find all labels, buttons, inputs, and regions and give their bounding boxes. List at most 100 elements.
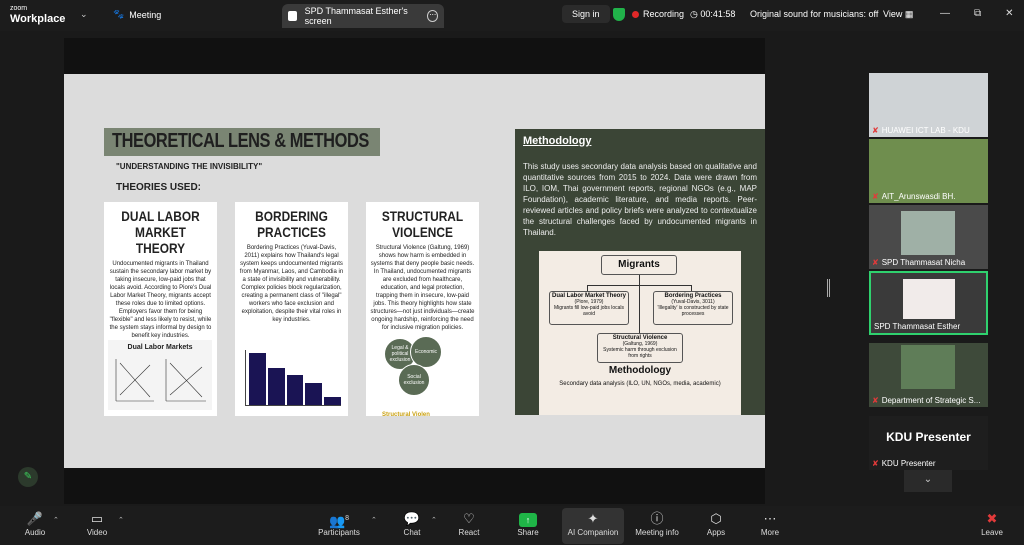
node-text: 'Illegality' is constructed by state pro… bbox=[657, 305, 729, 317]
diagram-right-node: Bordering Practices (Yuval-Davis, 3011) … bbox=[653, 291, 733, 325]
presenter-tile[interactable]: KDU Presenter ✘ KDU Presenter bbox=[869, 416, 988, 470]
bordering-bar-chart bbox=[245, 350, 341, 406]
card-dual-labor: DUAL LABOR MARKET THEORY Undocumented mi… bbox=[104, 202, 217, 416]
video-camera-icon: ▭ bbox=[90, 511, 104, 526]
recording-indicator[interactable]: Recording bbox=[632, 9, 684, 19]
apps-button[interactable]: ⬡ Apps bbox=[690, 508, 742, 544]
share-screen-icon: ↑ bbox=[502, 510, 554, 528]
card-bordering: BORDERING PRACTICES Bordering Practices … bbox=[235, 202, 348, 416]
participant-tile[interactable]: ✘ Department of Strategic S... bbox=[869, 343, 988, 407]
leave-button[interactable]: ✖ Leave bbox=[966, 508, 1018, 544]
participant-name: ✘ SPD Thammasat Nicha bbox=[872, 258, 965, 267]
presentation-slide: THEORETICAL LENS & METHODS "UNDERSTANDIN… bbox=[64, 74, 765, 468]
name-label: AIT_Arunswasdi BH. bbox=[881, 192, 956, 201]
close-icon[interactable]: ✕ bbox=[1005, 8, 1013, 19]
sign-in-button[interactable]: Sign in bbox=[562, 5, 610, 23]
card-title: DUAL LABOR MARKET THEORY bbox=[121, 208, 200, 256]
mic-muted-icon: ✘ bbox=[872, 258, 879, 267]
timer-value: 00:41:58 bbox=[700, 9, 736, 19]
chat-options-icon[interactable]: ⌃ bbox=[431, 516, 437, 524]
apps-icon: ⬡ bbox=[710, 511, 722, 526]
record-dot-icon bbox=[632, 10, 639, 18]
bar bbox=[305, 383, 323, 405]
participants-button[interactable]: 👥8 Participants bbox=[313, 508, 365, 544]
heart-icon: ♡ bbox=[463, 511, 475, 526]
card-structural-violence: STRUCTURAL VIOLENCE Structural Violence … bbox=[366, 202, 479, 418]
participant-name: ✘ AIT_Arunswasdi BH. bbox=[872, 192, 956, 201]
restore-icon[interactable]: ⧉ bbox=[974, 8, 981, 19]
grid-icon: ▦ bbox=[904, 9, 914, 19]
react-button[interactable]: ♡ React bbox=[443, 508, 495, 544]
paw-icon: 🐾 bbox=[113, 9, 125, 19]
node-text: Systemic harm through exclusion from rig… bbox=[603, 347, 677, 359]
venn-diagram: Legal & political exclusion Economic Soc… bbox=[376, 336, 444, 410]
bottom-toolbar: 🎤 Audio ⌃ ▭ Video ⌃ 👥8 Participants ⌃ 💬 Chat… bbox=[0, 506, 1024, 545]
methodology-diagram: Migrants Dual Labor Market Theory (Piore… bbox=[539, 251, 741, 415]
bar bbox=[286, 374, 304, 405]
video-options-icon[interactable]: ⌃ bbox=[118, 516, 124, 524]
share-button[interactable]: ↑ Share bbox=[502, 508, 554, 544]
connector bbox=[587, 285, 691, 286]
video-button[interactable]: ▭ Video bbox=[71, 508, 123, 544]
name-label: SPD Thammasat Nicha bbox=[881, 258, 966, 267]
graph-title: Dual Labor Markets bbox=[127, 344, 193, 351]
chevron-down-icon[interactable]: ⌄ bbox=[80, 9, 88, 20]
participant-tile[interactable]: ✘ HUAWEI ICT LAB - KDU bbox=[869, 73, 988, 137]
participants-icon: 👥8 bbox=[328, 513, 350, 529]
panel-resize-handle[interactable] bbox=[827, 279, 830, 297]
diagram-root-node: Migrants bbox=[601, 255, 677, 275]
participant-name: ✘ KDU Presenter bbox=[872, 459, 936, 468]
participant-tile[interactable]: ✘ AIT_Arunswasdi BH. bbox=[869, 139, 988, 203]
meeting-info-button[interactable]: ⓘ Meeting info bbox=[631, 508, 683, 544]
shared-screen-title: SPD Thammasat Esther's screen bbox=[304, 6, 408, 26]
participant-name: ✘ Department of Strategic S... bbox=[872, 396, 980, 405]
participants-count: 8 bbox=[345, 515, 350, 522]
pencil-icon[interactable]: ✎ bbox=[18, 467, 38, 487]
card-title: BORDERING PRACTICES bbox=[255, 208, 328, 240]
chevron-down-icon[interactable]: ⌄ bbox=[904, 470, 952, 492]
audio-options-icon[interactable]: ⌃ bbox=[53, 516, 59, 524]
card-body: Bordering Practices (Yuval-Davis, 2011) … bbox=[239, 245, 344, 323]
more-icon: ⋯ bbox=[763, 511, 777, 526]
node-text: Migrants fill low-paid jobs locals avoid bbox=[553, 305, 625, 317]
diagram-left-node: Dual Labor Market Theory (Piore, 1979) M… bbox=[549, 291, 629, 325]
meeting-label: Meeting bbox=[129, 9, 162, 20]
shared-screen-tab[interactable]: SPD Thammasat Esther's screen ⋯ bbox=[282, 4, 444, 28]
info-icon: ⓘ bbox=[650, 511, 664, 526]
venn-caption: Structural Violen bbox=[382, 412, 430, 418]
card-body: Structural Violence (Galtung, 1969) show… bbox=[370, 245, 475, 331]
window-controls: — ⧉ ✕ bbox=[940, 8, 1014, 19]
methodology-panel: Methodology This study uses secondary da… bbox=[515, 129, 765, 415]
view-button[interactable]: View ▦ bbox=[883, 9, 913, 20]
participant-tile[interactable]: ✘ SPD Thammasat Nicha bbox=[869, 205, 988, 269]
screen-icon bbox=[288, 11, 297, 21]
mic-muted-icon: ✘ bbox=[872, 126, 879, 135]
diagram-bottom-node: Structural Violence (Galtung, 1969) Syst… bbox=[597, 333, 683, 363]
participant-name: ✘ HUAWEI ICT LAB - KDU bbox=[872, 126, 970, 135]
name-label: SPD Thammasat Esther bbox=[874, 322, 961, 331]
name-label: KDU Presenter bbox=[881, 459, 936, 468]
original-sound-status[interactable]: Original sound for musicians: off bbox=[750, 9, 878, 19]
presenter-big-name: KDU Presenter bbox=[886, 430, 971, 444]
sparkle-icon: ✦ bbox=[587, 511, 599, 526]
chat-button[interactable]: 💬 Chat bbox=[386, 508, 438, 544]
more-button[interactable]: ⋯ More bbox=[744, 508, 796, 544]
react-label: React bbox=[458, 528, 480, 537]
leave-icon: ✖ bbox=[986, 511, 998, 526]
more-icon[interactable]: ⋯ bbox=[427, 10, 439, 22]
name-label: Department of Strategic S... bbox=[881, 396, 981, 405]
audio-button[interactable]: 🎤 Audio bbox=[9, 508, 61, 544]
methodology-text: This study uses secondary data analysis … bbox=[523, 162, 757, 237]
security-shield-icon[interactable] bbox=[613, 8, 625, 21]
minimize-icon[interactable]: — bbox=[940, 8, 950, 19]
mic-muted-icon: ✘ bbox=[872, 396, 879, 405]
card-body: Undocumented migrants in Thailand sustai… bbox=[109, 261, 212, 339]
ai-companion-button[interactable]: ✦ AI Companion bbox=[562, 508, 624, 544]
app-logo: zoom Workplace bbox=[10, 4, 65, 25]
leave-label: Leave bbox=[981, 528, 1003, 537]
participants-options-icon[interactable]: ⌃ bbox=[371, 516, 377, 524]
meeting-menu[interactable]: 🐾 Meeting bbox=[113, 9, 161, 20]
participant-tile-active[interactable]: SPD Thammasat Esther bbox=[869, 271, 988, 335]
methodology-title: Methodology bbox=[523, 135, 592, 147]
recording-label: Recording bbox=[643, 9, 685, 19]
